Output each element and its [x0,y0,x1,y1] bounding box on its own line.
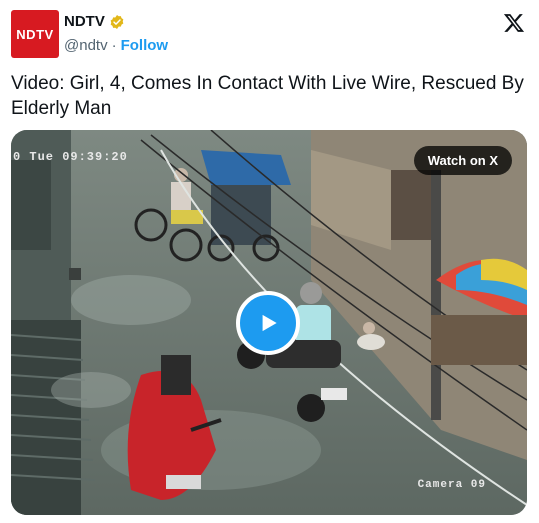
tweet-card: NDTV NDTV @ndtv · Follow Video: Girl, 4,… [0,0,539,523]
avatar[interactable]: NDTV [11,10,59,58]
video-player[interactable]: 0 Tue 09:39:20 Camera 09 Watch on X [11,130,527,515]
author-name-row: NDTV [64,13,125,30]
verified-badge-icon [110,14,124,29]
x-logo-icon[interactable] [503,12,525,34]
play-icon [262,314,277,332]
watch-on-x-button[interactable]: Watch on X [413,146,512,175]
author-display-name[interactable]: NDTV [64,13,105,30]
play-button[interactable] [236,291,300,355]
cctv-timestamp: 0 Tue 09:39:20 [13,150,128,164]
tweet-text: Video: Girl, 4, Comes In Contact With Li… [11,73,524,119]
author-handle[interactable]: @ndtv [64,37,108,54]
separator-dot: · [111,37,117,54]
follow-button[interactable]: Follow [121,37,169,54]
author-handle-row: @ndtv · Follow [64,37,168,54]
cctv-camera-label: Camera 09 [417,479,486,491]
avatar-logo-text: NDTV [16,26,54,42]
